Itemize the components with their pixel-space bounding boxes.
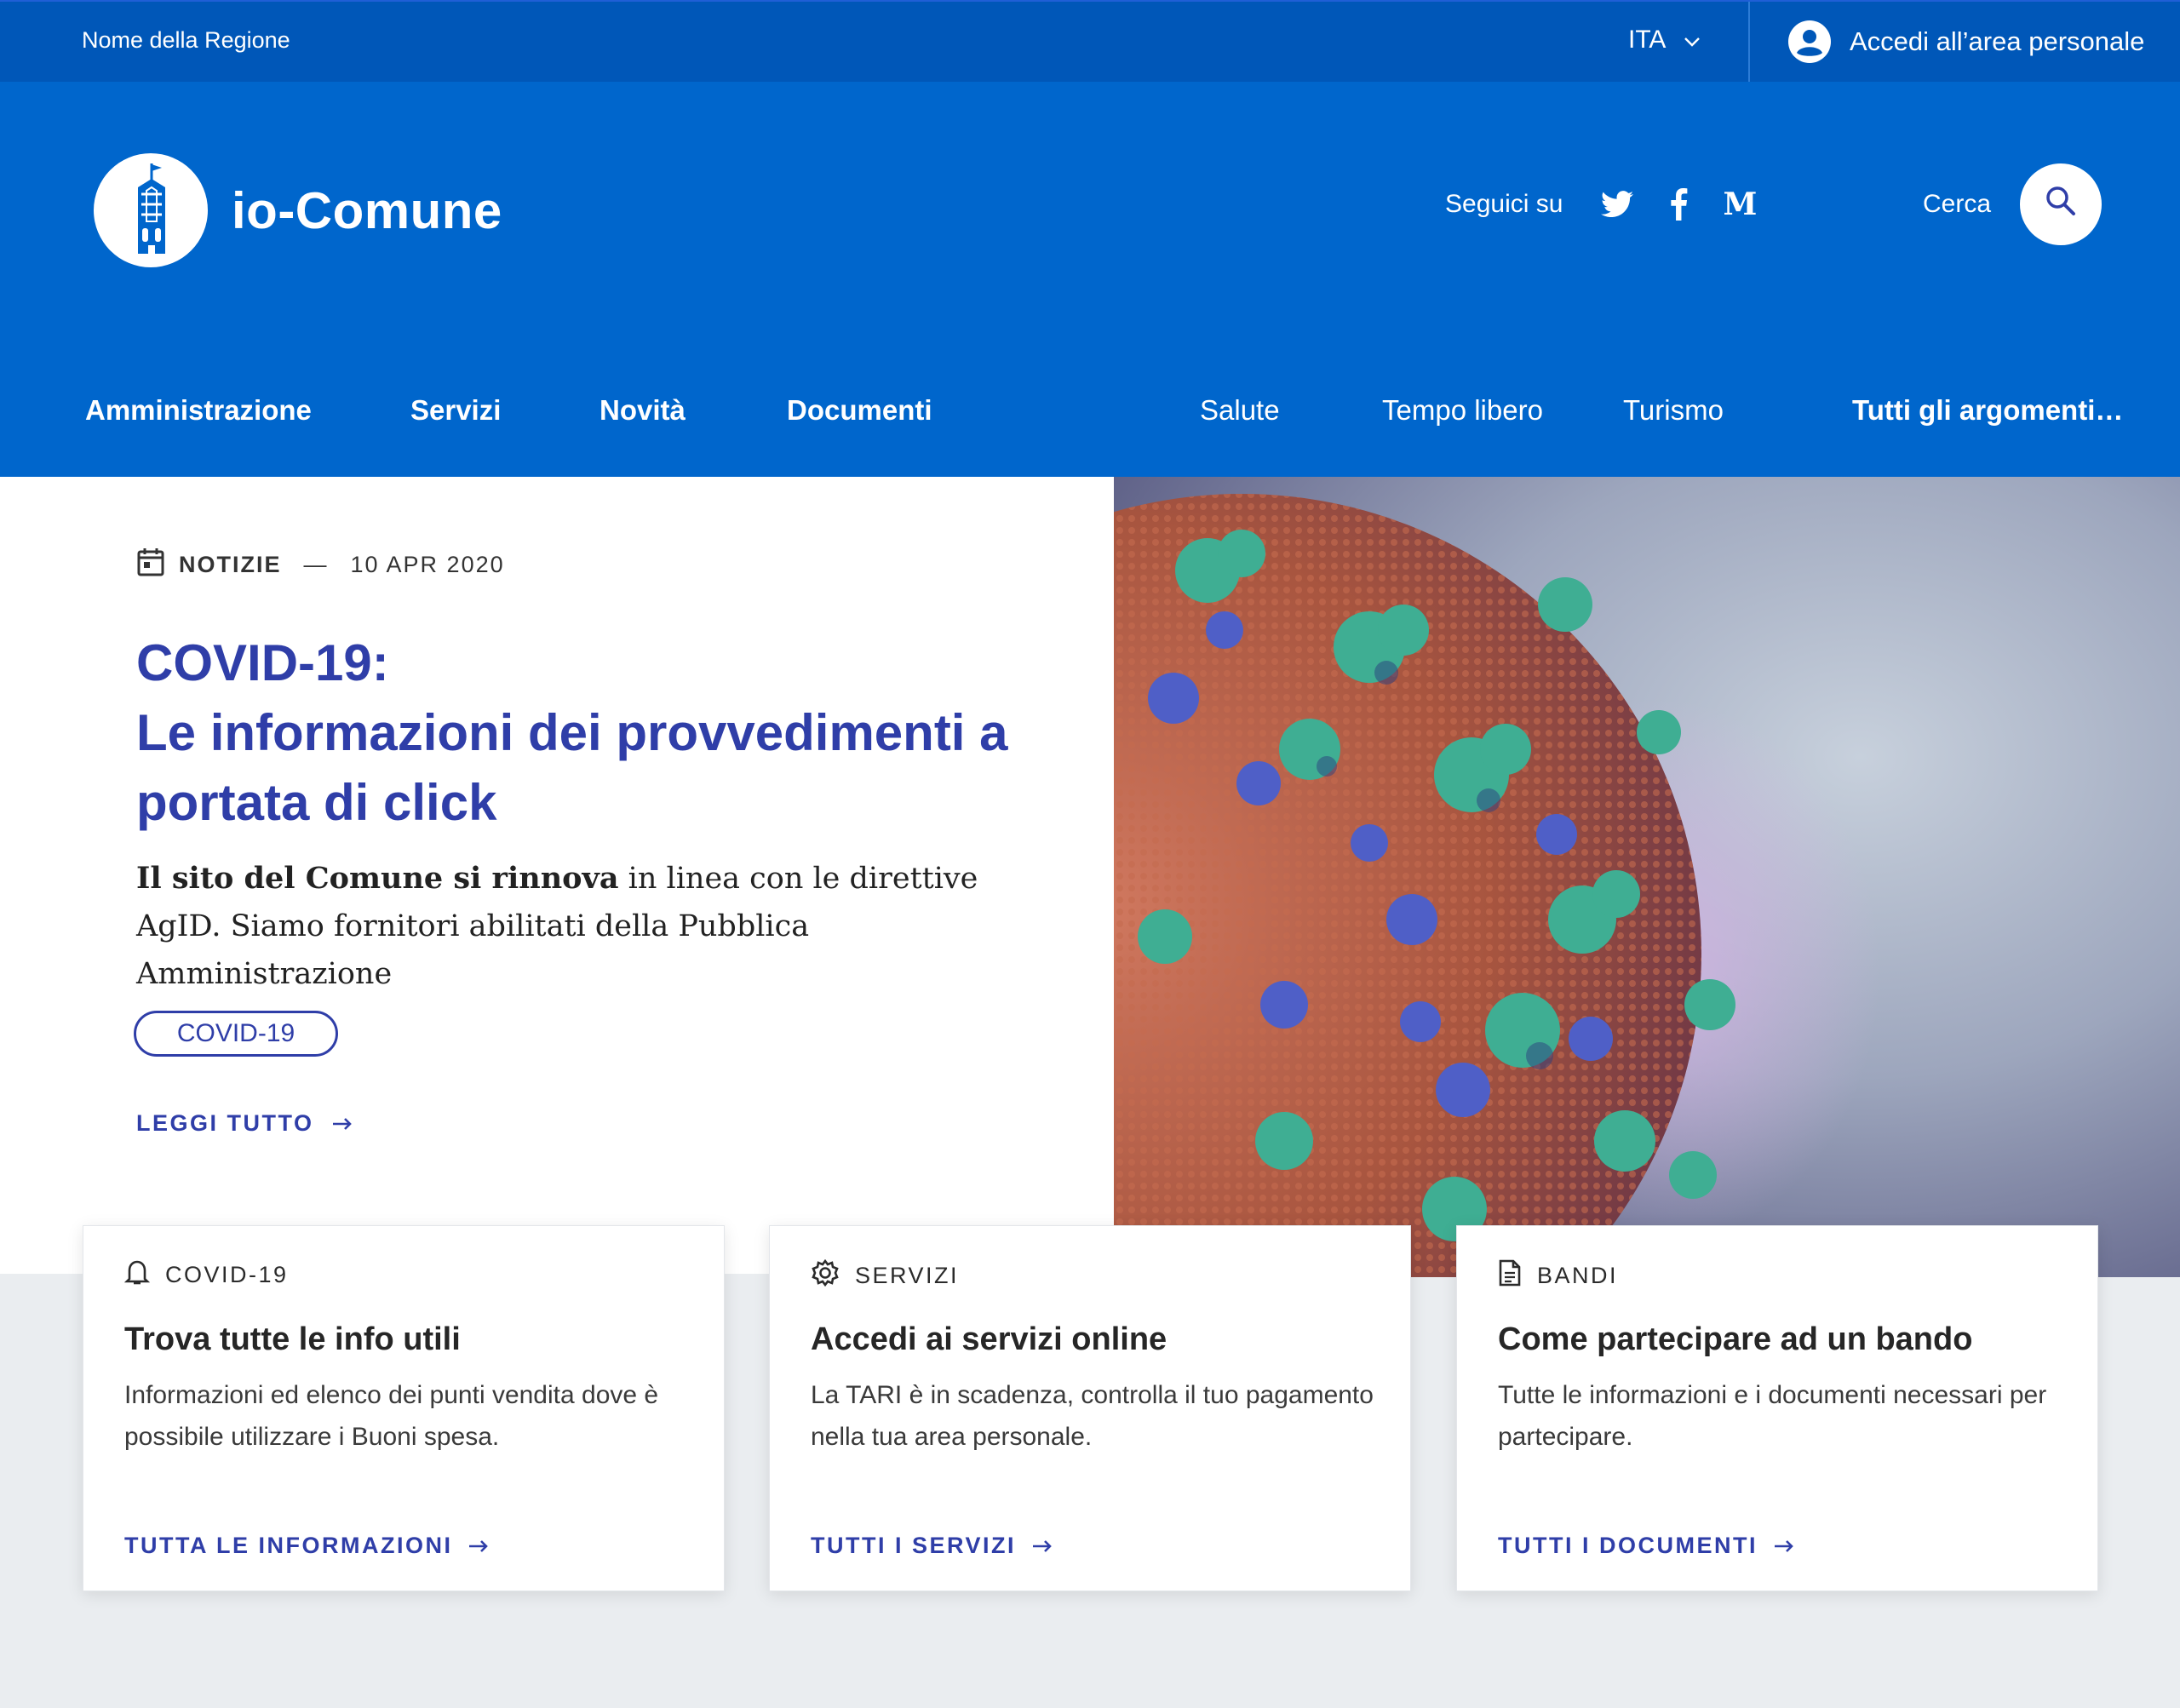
read-more-link[interactable]: LEGGI TUTTO xyxy=(136,1110,353,1137)
arrow-right-icon xyxy=(1773,1533,1795,1559)
facebook-icon[interactable] xyxy=(1661,187,1695,221)
hero-image xyxy=(1114,477,2180,1277)
meta-separator: — xyxy=(303,552,329,577)
search-area: Cerca xyxy=(1923,163,2103,245)
follow-label: Seguici su xyxy=(1445,190,1563,218)
town-logo-icon xyxy=(94,153,208,267)
arrow-right-icon xyxy=(331,1110,353,1137)
card-text: Tutte le informazioni e i documenti nece… xyxy=(1498,1381,2047,1451)
social-links: Seguici su M xyxy=(1445,186,1784,222)
card-bandi: BANDI Come partecipare ad un bando Tutte… xyxy=(1456,1225,2098,1591)
center-header: io-Comune Seguici su M Cerca xyxy=(0,82,2180,335)
topic-turismo[interactable]: Turismo xyxy=(1623,394,1724,427)
card-text: La TARI è in scadenza, controlla il tuo … xyxy=(811,1381,1374,1451)
card-category: BANDI xyxy=(1498,1258,1618,1293)
login-button[interactable]: Accedi all’area personale xyxy=(1788,20,2144,63)
topic-tempo-libero[interactable]: Tempo libero xyxy=(1382,394,1543,427)
card-link[interactable]: TUTTA LE INFORMAZIONI xyxy=(124,1533,490,1559)
hero-description: Il sito del Comune si rinnova in linea c… xyxy=(136,855,1039,998)
card-title[interactable]: Accedi ai servizi online xyxy=(811,1321,1167,1358)
hero-description-bold: Il sito del Comune si rinnova xyxy=(136,861,619,896)
slim-header: Nome della Regione ITA Accedi all’area p… xyxy=(0,0,2180,83)
card-category-label[interactable]: BANDI xyxy=(1537,1263,1618,1289)
site-name: io-Comune xyxy=(232,181,502,239)
document-icon xyxy=(1498,1258,1522,1293)
card-servizi: SERVIZI Accedi ai servizi online La TARI… xyxy=(769,1225,1411,1591)
nav-servizi[interactable]: Servizi xyxy=(410,394,501,427)
language-selector[interactable]: ITA xyxy=(1628,26,1701,54)
bell-icon xyxy=(123,1258,151,1292)
hero-category[interactable]: NOTIZIE xyxy=(179,552,282,578)
hero-title[interactable]: COVID-19: Le informazioni dei provvedime… xyxy=(136,628,1022,838)
hero-title-line1: COVID-19: xyxy=(136,634,389,691)
search-button[interactable] xyxy=(2020,163,2103,245)
header-divider xyxy=(1748,2,1750,83)
card-category: COVID-19 xyxy=(123,1258,289,1292)
hero-meta: NOTIZIE — 10 APR 2020 xyxy=(136,547,505,583)
topic-salute[interactable]: Salute xyxy=(1200,394,1280,427)
main-navigation: Amministrazione Servizi Novità Documenti… xyxy=(0,335,2180,477)
nav-all-topics[interactable]: Tutti gli argomenti… xyxy=(1852,394,2123,427)
card-category-label[interactable]: COVID-19 xyxy=(165,1262,289,1288)
brand-link[interactable]: io-Comune xyxy=(94,153,502,267)
chevron-down-icon xyxy=(1683,26,1701,54)
card-text: Informazioni ed elenco dei punti vendita… xyxy=(124,1381,659,1451)
search-label: Cerca xyxy=(1923,190,1992,218)
hero-card: NOTIZIE — 10 APR 2020 COVID-19: Le infor… xyxy=(0,477,1114,1274)
card-link-label: TUTTA LE INFORMAZIONI xyxy=(124,1533,453,1558)
hero-date: 10 APR 2020 xyxy=(350,552,505,577)
language-label: ITA xyxy=(1628,26,1667,54)
card-link-label: TUTTI I SERVIZI xyxy=(811,1533,1017,1558)
calendar-icon xyxy=(136,547,165,583)
region-link[interactable]: Nome della Regione xyxy=(82,27,290,54)
nav-amministrazione[interactable]: Amministrazione xyxy=(85,394,312,427)
medium-icon[interactable]: M xyxy=(1723,186,1757,222)
card-link[interactable]: TUTTI I SERVIZI xyxy=(811,1533,1053,1559)
gear-icon xyxy=(811,1258,840,1293)
card-title[interactable]: Come partecipare ad un bando xyxy=(1498,1321,1972,1358)
arrow-right-icon xyxy=(468,1533,490,1559)
read-more-label: LEGGI TUTTO xyxy=(136,1110,314,1136)
card-category-label[interactable]: SERVIZI xyxy=(855,1263,959,1289)
search-icon xyxy=(2044,184,2078,225)
nav-novita[interactable]: Novità xyxy=(600,394,686,427)
twitter-icon[interactable] xyxy=(1600,187,1634,221)
card-category: SERVIZI xyxy=(811,1258,959,1293)
arrow-right-icon xyxy=(1031,1533,1053,1559)
nav-documenti[interactable]: Documenti xyxy=(787,394,932,427)
user-icon xyxy=(1788,20,1831,63)
card-title[interactable]: Trova tutte le info utili xyxy=(124,1321,461,1358)
card-link-label: TUTTI I DOCUMENTI xyxy=(1498,1533,1758,1558)
login-label: Accedi all’area personale xyxy=(1850,26,2145,56)
virus-illustration xyxy=(1114,477,2180,1277)
topic-chip[interactable]: COVID-19 xyxy=(134,1011,338,1057)
hero-title-line2: Le informazioni dei provvedimenti a port… xyxy=(136,704,1008,831)
card-covid: COVID-19 Trova tutte le info utili Infor… xyxy=(83,1225,725,1591)
card-link[interactable]: TUTTI I DOCUMENTI xyxy=(1498,1533,1795,1559)
